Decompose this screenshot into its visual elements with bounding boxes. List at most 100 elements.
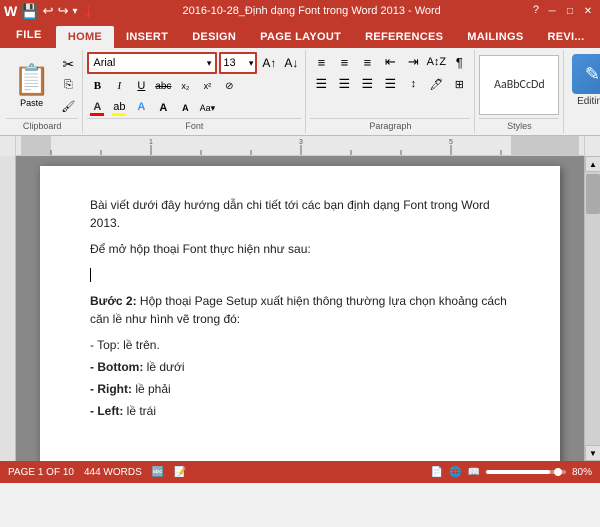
zoom-thumb (554, 468, 562, 476)
tab-home[interactable]: HOME (56, 26, 114, 48)
highlight-swatch (112, 113, 126, 116)
multilevel-list-button[interactable]: ≡ (356, 52, 378, 72)
text-effects-a: A (137, 101, 145, 113)
align-center-button[interactable]: ☰ (333, 74, 355, 94)
page-indicator: PAGE 1 OF 10 (8, 467, 74, 478)
zoom-percent[interactable]: 80% (572, 467, 592, 478)
quick-access-dropdown[interactable]: ▾ (72, 6, 77, 17)
document-scroll-area: Font Size (Ctrl+Shift+P) Change the size… (16, 156, 584, 461)
paste-icon: 📋 (13, 63, 50, 98)
editing-icon: ✎ (572, 54, 600, 94)
view-reading-button[interactable]: 📖 (468, 467, 480, 478)
borders-button[interactable]: ⊞ (448, 74, 470, 94)
justify-button[interactable]: ☰ (379, 74, 401, 94)
copy-button[interactable]: ⎘ (58, 75, 78, 95)
tab-references[interactable]: REFERENCES (353, 26, 455, 48)
underline-button[interactable]: U (131, 76, 151, 96)
line-spacing-button[interactable]: ↕ (402, 74, 424, 94)
quick-access-undo[interactable]: ↩ (43, 3, 54, 19)
horizontal-ruler: 1 3 5 (16, 136, 584, 156)
shading-button[interactable]: 🖊 (425, 74, 447, 94)
status-left: PAGE 1 OF 10 444 WORDS 🔤 📝 (8, 467, 187, 478)
vertical-scrollbar: ▲ ▼ (584, 156, 600, 461)
format-painter-button[interactable]: 🖌 (58, 96, 78, 116)
zoom-slider[interactable] (486, 470, 566, 474)
paste-label: Paste (20, 98, 43, 108)
scroll-thumb[interactable] (586, 174, 600, 214)
doc-text-3-bold: Bước 2: (90, 294, 137, 308)
font-size-dropdown[interactable]: 13 ▾ (219, 52, 257, 74)
scroll-down-button[interactable]: ▼ (585, 445, 600, 461)
word-logo-icon: W (4, 3, 17, 19)
text-effects-button[interactable]: A (131, 98, 151, 118)
document-page[interactable]: Font Size (Ctrl+Shift+P) Change the size… (40, 166, 560, 461)
align-left-button[interactable]: ☰ (310, 74, 332, 94)
clipboard-group-content: 📋 Paste ✂ ⎘ 🖌 (6, 52, 78, 118)
change-case-button[interactable]: Aa▾ (197, 98, 217, 118)
highlight-button[interactable]: ab (109, 98, 129, 118)
align-right-button[interactable]: ☰ (356, 74, 378, 94)
view-print-button[interactable]: 📄 (431, 467, 443, 478)
font-color-a: A (93, 101, 101, 113)
minimize-button[interactable]: ─ (544, 4, 560, 18)
ruler-svg: 1 3 5 (21, 136, 579, 155)
bullets-button[interactable]: ≡ (310, 52, 332, 72)
tab-insert[interactable]: INSERT (114, 26, 180, 48)
font-size-arrow: ▾ (249, 58, 254, 69)
paste-button[interactable]: 📋 Paste (6, 60, 57, 111)
close-button[interactable]: ✕ (580, 4, 596, 18)
font-name-arrow: ▾ (207, 58, 212, 69)
font-group: Arial ▾ 13 ▾ A↑ A↓ B I U abc x₂ x² ⊘ (83, 50, 306, 133)
view-web-button[interactable]: 🌐 (449, 467, 461, 478)
increase-font-button[interactable]: A↑ (259, 53, 279, 73)
scroll-up-button[interactable]: ▲ (585, 156, 600, 172)
superscript-button[interactable]: x² (197, 76, 217, 96)
tab-mailings[interactable]: MAILINGS (455, 26, 535, 48)
maximize-button[interactable]: □ (562, 4, 578, 18)
styles-group: AaBbCcDd Styles (475, 50, 564, 133)
doc-text-6-bold: - Right: (90, 382, 132, 396)
font-color-row: A ab A A A Aa▾ (87, 98, 217, 118)
tab-file[interactable]: FILE (2, 22, 56, 48)
font-size-up-button[interactable]: A (153, 98, 173, 118)
decrease-font-button[interactable]: A↓ (281, 53, 301, 73)
styles-preview-box[interactable]: AaBbCcDd (479, 55, 559, 115)
numbering-button[interactable]: ≡ (333, 52, 355, 72)
scroll-track[interactable] (585, 172, 600, 445)
decrease-indent-button[interactable]: ⇤ (379, 52, 401, 72)
title-bar: W 💾 ↩ ↪ ▾ ↓ 2016-10-28_Định dạng Font tr… (0, 0, 600, 22)
strikethrough-button[interactable]: abc (153, 76, 173, 96)
show-formatting-button[interactable]: ¶ (448, 52, 470, 72)
ribbon-tabs: FILE HOME INSERT DESIGN PAGE LAYOUT REFE… (0, 22, 600, 48)
clear-format-button[interactable]: ⊘ (219, 76, 239, 96)
subscript-button[interactable]: x₂ (175, 76, 195, 96)
doc-cursor-line (90, 266, 510, 284)
doc-text-5-bold: - Bottom: (90, 360, 143, 374)
sort-button[interactable]: A↕Z (425, 52, 447, 72)
help-icon[interactable]: ? (530, 4, 542, 18)
tab-review[interactable]: REVI... (535, 26, 596, 48)
status-bar: PAGE 1 OF 10 444 WORDS 🔤 📝 📄 🌐 📖 80% (0, 461, 600, 483)
document-area: Font Size (Ctrl+Shift+P) Change the size… (0, 156, 600, 461)
window-title: 2016-10-28_Định dạng Font trong Word 201… (94, 5, 530, 17)
cut-button[interactable]: ✂ (58, 54, 78, 74)
bold-button[interactable]: B (87, 76, 107, 96)
svg-text:3: 3 (299, 139, 303, 146)
font-size-value: 13 (223, 57, 235, 69)
clipboard-label: Clipboard (6, 118, 78, 131)
quick-access-save[interactable]: 💾 (21, 3, 38, 20)
editing-text-label: Editing (577, 96, 600, 107)
font-name-dropdown[interactable]: Arial ▾ (87, 52, 217, 74)
italic-button[interactable]: I (109, 76, 129, 96)
styles-label: Styles (479, 118, 559, 131)
styles-group-content: AaBbCcDd (479, 52, 559, 118)
increase-indent-button[interactable]: ⇥ (402, 52, 424, 72)
tab-page-layout[interactable]: PAGE LAYOUT (248, 26, 353, 48)
tab-design[interactable]: DESIGN (180, 26, 248, 48)
font-color-button[interactable]: A (87, 98, 107, 118)
doc-paragraph-6: - Right: lề phải (90, 380, 510, 398)
text-cursor (90, 268, 91, 282)
quick-access-redo[interactable]: ↪ (58, 3, 69, 19)
doc-text-2: Để mở hộp thoại Font thực hiện như sau: (90, 242, 311, 256)
font-size-down-button[interactable]: A (175, 98, 195, 118)
